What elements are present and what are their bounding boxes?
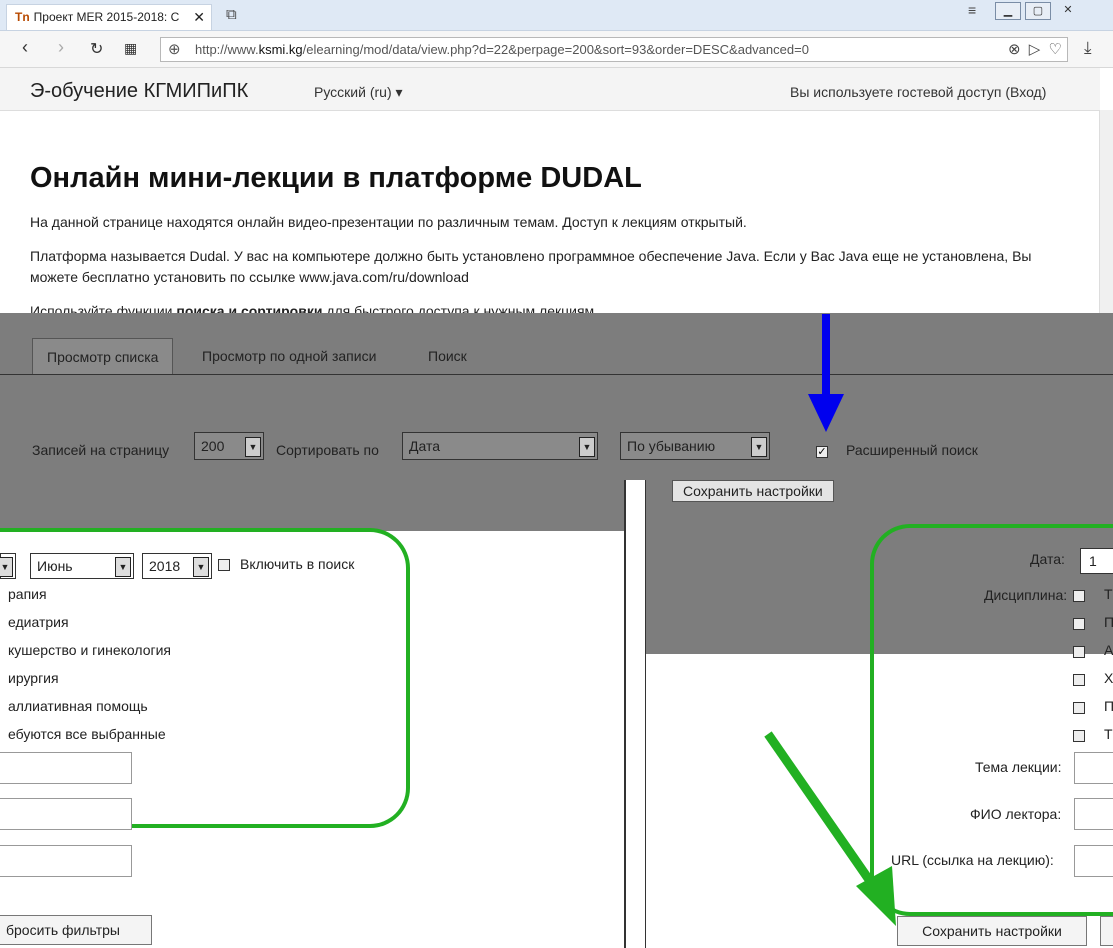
annotation-arrows xyxy=(764,314,896,926)
blue-arrow-icon xyxy=(808,314,844,432)
green-arrow-icon xyxy=(764,731,896,926)
